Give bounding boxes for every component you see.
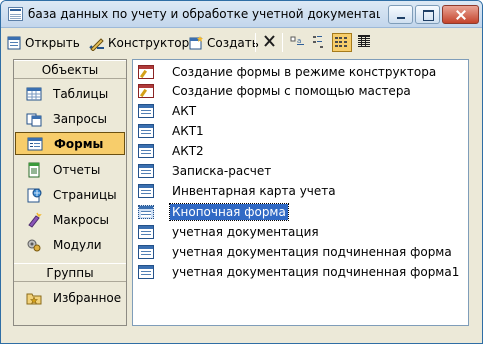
svg-text:a: a: [297, 37, 301, 45]
macro-icon: [26, 212, 42, 228]
design-ruler-icon: [89, 35, 105, 52]
module-icon: [26, 237, 42, 253]
list-item[interactable]: учетная документация подчиненная форма1: [138, 262, 461, 281]
objects-header[interactable]: Объекты: [14, 60, 126, 79]
form-icon: [27, 136, 43, 152]
report-icon: [26, 162, 42, 178]
form-icon: [138, 264, 154, 279]
query-icon: [26, 111, 42, 127]
list-item-design-form[interactable]: Создание формы в режиме конструктора: [138, 62, 438, 81]
list-item-selected[interactable]: Кнопочная форма: [138, 202, 289, 221]
list-item[interactable]: Записка-расчет: [138, 161, 273, 180]
form-icon: [138, 123, 154, 138]
large-icons-button[interactable]: a: [288, 33, 308, 52]
table-icon: [26, 86, 42, 102]
object-macros[interactable]: Макросы: [15, 208, 125, 231]
wizard-icon: [138, 83, 154, 98]
groups-header[interactable]: Группы: [14, 263, 126, 282]
toolbar: Открыть Конструктор Создать a: [1, 29, 482, 56]
form-icon: [138, 224, 154, 239]
list-item[interactable]: АКТ: [138, 101, 198, 120]
toolbar-separator: [255, 33, 256, 52]
object-pages[interactable]: Страницы: [15, 183, 125, 206]
list-item-wizard-form[interactable]: Создание формы с помощью мастера: [138, 81, 413, 100]
details-view-icon: [358, 35, 370, 47]
design-button[interactable]: Конструктор: [89, 32, 189, 53]
delete-x-icon: [264, 35, 275, 47]
object-queries[interactable]: Запросы: [15, 107, 125, 130]
form-icon: [138, 204, 154, 219]
objects-panel: Объекты Таблицы Запросы Формы Отчеты Стр…: [13, 59, 127, 326]
object-tables[interactable]: Таблицы: [15, 82, 125, 105]
open-form-icon: [6, 35, 22, 51]
list-item[interactable]: учетная документация: [138, 222, 321, 241]
list-item[interactable]: учетная документация подчиненная форма: [138, 242, 454, 261]
group-favorites[interactable]: Избранное: [15, 286, 125, 309]
page-icon: [26, 187, 42, 203]
form-icon: [138, 103, 154, 118]
toolbar-separator: [282, 33, 283, 52]
list-item[interactable]: АКТ1: [138, 121, 206, 140]
list-item[interactable]: Инвентарная карта учета: [138, 181, 338, 200]
list-item[interactable]: АКТ2: [138, 141, 206, 160]
small-icons-icon: [313, 36, 323, 48]
form-icon: [138, 143, 154, 158]
open-button[interactable]: Открыть: [6, 32, 80, 53]
database-window: база данных по учету и обработке учетной…: [0, 0, 483, 344]
object-forms[interactable]: Формы: [15, 132, 125, 155]
design-form-icon: [138, 64, 154, 79]
large-icons-icon: a: [290, 36, 304, 45]
maximize-button[interactable]: [415, 5, 440, 24]
form-icon: [138, 244, 154, 259]
forms-list: Создание формы в режиме конструктора Соз…: [132, 59, 469, 326]
details-view-button[interactable]: [355, 33, 375, 52]
object-reports[interactable]: Отчеты: [15, 158, 125, 181]
small-icons-button[interactable]: [310, 33, 330, 52]
delete-button[interactable]: [260, 33, 280, 52]
close-button[interactable]: [442, 5, 479, 24]
database-icon: [8, 7, 23, 21]
form-icon: [138, 163, 154, 178]
favorites-folder-icon: [26, 290, 42, 306]
title-bar[interactable]: база данных по учету и обработке учетной…: [1, 1, 482, 28]
create-button[interactable]: Создать: [188, 32, 259, 53]
window-title: база данных по учету и обработке учетной…: [28, 7, 380, 21]
object-modules[interactable]: Модули: [15, 233, 125, 256]
minimize-button[interactable]: [388, 5, 413, 24]
form-icon: [138, 183, 154, 198]
new-object-icon: [188, 35, 204, 51]
list-view-button[interactable]: [332, 33, 352, 52]
list-view-icon: [335, 37, 347, 47]
